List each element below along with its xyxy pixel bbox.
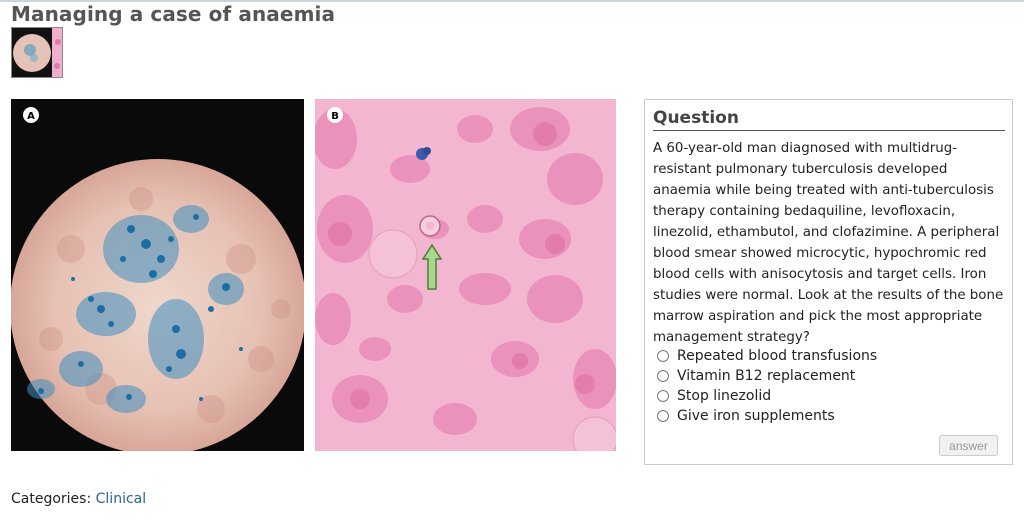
panel-b-label: B	[331, 111, 339, 122]
option-blood-transfusions[interactable]: Repeated blood transfusions	[657, 346, 877, 366]
option-stop-linezolid[interactable]: Stop linezolid	[657, 386, 877, 406]
bone-marrow-micrograph-a: A	[11, 107, 304, 451]
radio-button[interactable]	[657, 350, 669, 362]
page-title: Managing a case of anaemia	[11, 2, 336, 26]
categories-label: Categories:	[11, 491, 92, 507]
radio-button[interactable]	[657, 410, 669, 422]
option-iron-supplements[interactable]: Give iron supplements	[657, 406, 877, 426]
category-link-clinical[interactable]: Clinical	[96, 491, 146, 507]
question-heading: Question	[653, 108, 1005, 131]
figure-panel-a: A	[11, 99, 304, 451]
figure-thumbnail[interactable]	[11, 27, 63, 78]
radio-button[interactable]	[657, 370, 669, 382]
radio-button[interactable]	[657, 390, 669, 402]
option-label: Vitamin B12 replacement	[677, 368, 856, 384]
answer-options: Repeated blood transfusions Vitamin B12 …	[657, 346, 877, 426]
categories: Categories: Clinical	[11, 491, 146, 507]
question-text: A 60-year-old man diagnosed with multidr…	[653, 141, 1004, 345]
answer-button[interactable]: answer	[939, 435, 998, 456]
question-panel: Question A 60-year-old man diagnosed wit…	[644, 99, 1013, 465]
panel-a-label: A	[27, 111, 35, 122]
figure-panel-b: B	[315, 99, 616, 451]
option-label: Give iron supplements	[677, 408, 835, 424]
option-vitamin-b12[interactable]: Vitamin B12 replacement	[657, 366, 877, 386]
option-label: Repeated blood transfusions	[677, 348, 878, 364]
option-label: Stop linezolid	[677, 388, 772, 404]
blood-smear-micrograph-b: B	[315, 99, 616, 451]
thumbnail-image	[12, 28, 62, 77]
